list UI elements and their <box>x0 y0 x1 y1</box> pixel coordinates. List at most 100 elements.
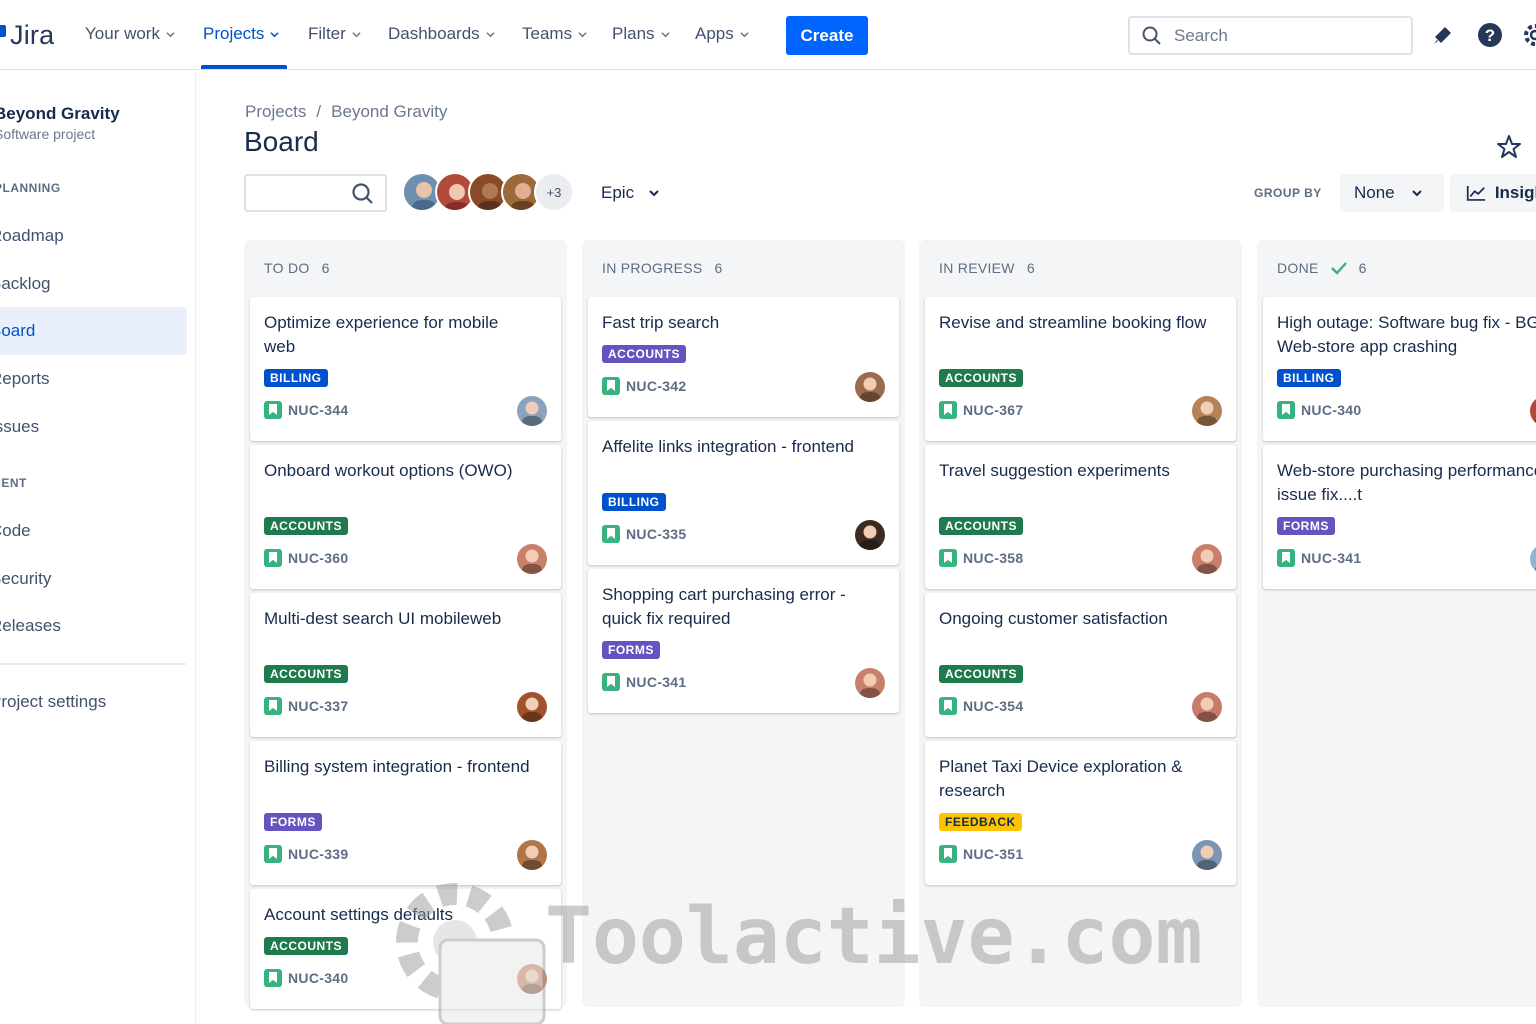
search-icon <box>1142 26 1161 45</box>
nav-filter[interactable]: Filter <box>308 24 361 44</box>
sidebar-item-board[interactable]: Board <box>0 307 187 355</box>
issue-key[interactable]: NUC-342 <box>626 378 686 394</box>
story-icon <box>602 525 620 543</box>
story-icon <box>264 697 282 715</box>
nav-apps[interactable]: Apps <box>695 24 749 44</box>
settings-gear-icon[interactable] <box>1521 21 1536 49</box>
sidebar-item-project-settings[interactable]: Project settings <box>0 678 177 726</box>
sidebar-item-label: Code <box>0 521 31 540</box>
issue-key[interactable]: NUC-367 <box>963 402 1023 418</box>
check-icon <box>1330 262 1347 275</box>
assignee-avatar[interactable] <box>855 520 885 550</box>
sidebar-item-roadmap[interactable]: Roadmap <box>0 212 177 260</box>
more-avatars-badge[interactable]: +3 <box>534 172 574 212</box>
issue-card[interactable]: Multi-dest search UI mobileweb ACCOUNTS NU… <box>250 593 561 737</box>
assignee-avatar[interactable] <box>1192 396 1222 426</box>
issue-card[interactable]: Affelite links integration - frontend BIL… <box>588 421 899 565</box>
card-title: Web-store purchasing performance issue f… <box>1277 461 1536 504</box>
column-name: IN REVIEW <box>939 260 1015 276</box>
issue-card[interactable]: Optimize experience for mobile web BILLIN… <box>250 297 561 441</box>
story-icon <box>264 845 282 863</box>
story-icon <box>264 969 282 987</box>
insights-button[interactable]: Insights <box>1450 174 1536 212</box>
issue-card[interactable]: Fast trip search ACCOUNTS NUC-342 <box>588 297 899 417</box>
issue-key[interactable]: NUC-340 <box>288 970 348 986</box>
issue-card[interactable]: Revise and streamline booking flow ACCOUN… <box>925 297 1236 441</box>
story-icon <box>1277 549 1295 567</box>
issue-key[interactable]: NUC-341 <box>1301 550 1361 566</box>
issue-card[interactable]: Account settings defaults ACCOUNTS NUC-340 <box>250 889 561 1009</box>
assignee-avatar[interactable] <box>855 372 885 402</box>
create-button[interactable]: Create <box>786 16 868 55</box>
assignee-avatar[interactable] <box>1530 544 1536 574</box>
issue-key[interactable]: NUC-344 <box>288 402 348 418</box>
nav-dashboards[interactable]: Dashboards <box>388 24 495 44</box>
sidebar-item-issues[interactable]: Issues <box>0 403 177 451</box>
issue-card[interactable]: Ongoing customer satisfaction ACCOUNTS NUC… <box>925 593 1236 737</box>
issue-key[interactable]: NUC-341 <box>626 674 686 690</box>
sidebar-item-label: Project settings <box>0 692 107 711</box>
issue-key[interactable]: NUC-340 <box>1301 402 1361 418</box>
epic-label-badge: ACCOUNTS <box>939 517 1023 535</box>
epic-label-badge: BILLING <box>602 493 666 511</box>
chevron-down-icon <box>649 190 659 197</box>
project-sidebar: Beyond Gravity Software project PLANNING… <box>0 70 196 1024</box>
breadcrumb-project[interactable]: Beyond Gravity <box>331 102 447 122</box>
notifications-icon[interactable] <box>1429 21 1457 49</box>
epic-label-badge: FORMS <box>602 641 660 659</box>
issue-card[interactable]: Travel suggestion experiments ACCOUNTS NUC… <box>925 445 1236 589</box>
sidebar-item-code[interactable]: Code <box>0 507 177 555</box>
nav-plans[interactable]: Plans <box>612 24 670 44</box>
global-search-input[interactable]: Search <box>1128 16 1413 55</box>
assignee-avatars: +3 <box>402 172 574 212</box>
epic-label-badge: ACCOUNTS <box>264 665 348 683</box>
assignee-avatar[interactable] <box>1192 840 1222 870</box>
issue-card[interactable]: Billing system integration - frontend FOR… <box>250 741 561 885</box>
board-search-input[interactable] <box>244 174 387 212</box>
assignee-avatar[interactable] <box>517 840 547 870</box>
sidebar-item-backlog[interactable]: Backlog <box>0 260 177 308</box>
nav-teams[interactable]: Teams <box>522 24 587 44</box>
card-footer: NUC-340 <box>264 969 348 987</box>
card-footer: NUC-335 <box>602 525 686 543</box>
assignee-avatar[interactable] <box>517 964 547 994</box>
assignee-avatar[interactable] <box>855 668 885 698</box>
assignee-avatar[interactable] <box>517 544 547 574</box>
sidebar-item-reports[interactable]: Reports <box>0 355 177 403</box>
assignee-avatar[interactable] <box>517 396 547 426</box>
card-footer: NUC-342 <box>602 377 686 395</box>
issue-key[interactable]: NUC-335 <box>626 526 686 542</box>
group-by-dropdown[interactable]: None <box>1340 174 1444 212</box>
story-icon <box>602 377 620 395</box>
issue-key[interactable]: NUC-339 <box>288 846 348 862</box>
assignee-avatar[interactable] <box>1530 396 1536 426</box>
project-name: Beyond Gravity <box>0 104 120 123</box>
nav-your-work[interactable]: Your work <box>85 24 175 44</box>
sidebar-item-releases[interactable]: Releases <box>0 602 177 650</box>
sidebar-item-label: Issues <box>0 417 40 436</box>
epic-filter-dropdown[interactable]: Epic <box>601 183 660 203</box>
epic-label-badge: ACCOUNTS <box>602 345 686 363</box>
issue-key[interactable]: NUC-351 <box>963 846 1023 862</box>
breadcrumb-projects[interactable]: Projects <box>245 102 306 122</box>
issue-card[interactable]: Onboard workout options (OWO) ACCOUNTS NUC… <box>250 445 561 589</box>
assignee-avatar[interactable] <box>1192 692 1222 722</box>
assignee-avatar[interactable] <box>517 692 547 722</box>
issue-key[interactable]: NUC-358 <box>963 550 1023 566</box>
epic-label-badge: ACCOUNTS <box>939 369 1023 387</box>
nav-projects[interactable]: Projects <box>203 24 280 44</box>
help-icon[interactable]: ? <box>1476 21 1504 49</box>
sidebar-item-security[interactable]: Security <box>0 555 177 603</box>
assignee-avatar[interactable] <box>1192 544 1222 574</box>
issue-key[interactable]: NUC-337 <box>288 698 348 714</box>
issue-card[interactable]: Planet Taxi Device exploration & researc… <box>925 741 1236 885</box>
jira-logo[interactable]: Jira <box>0 20 54 50</box>
card-title: Fast trip search <box>602 313 720 332</box>
issue-key[interactable]: NUC-354 <box>963 698 1023 714</box>
issue-card[interactable]: High outage: Software bug fix - BG Web-s… <box>1263 297 1536 441</box>
issue-card[interactable]: Shopping cart purchasing error - quick f… <box>588 569 899 713</box>
board-column: IN PROGRESS 6 Fast trip search ACCOUNTS NUC-… <box>582 240 905 1007</box>
issue-key[interactable]: NUC-360 <box>288 550 348 566</box>
issue-card[interactable]: Web-store purchasing performance issue f… <box>1263 445 1536 589</box>
star-icon[interactable] <box>1496 134 1522 160</box>
